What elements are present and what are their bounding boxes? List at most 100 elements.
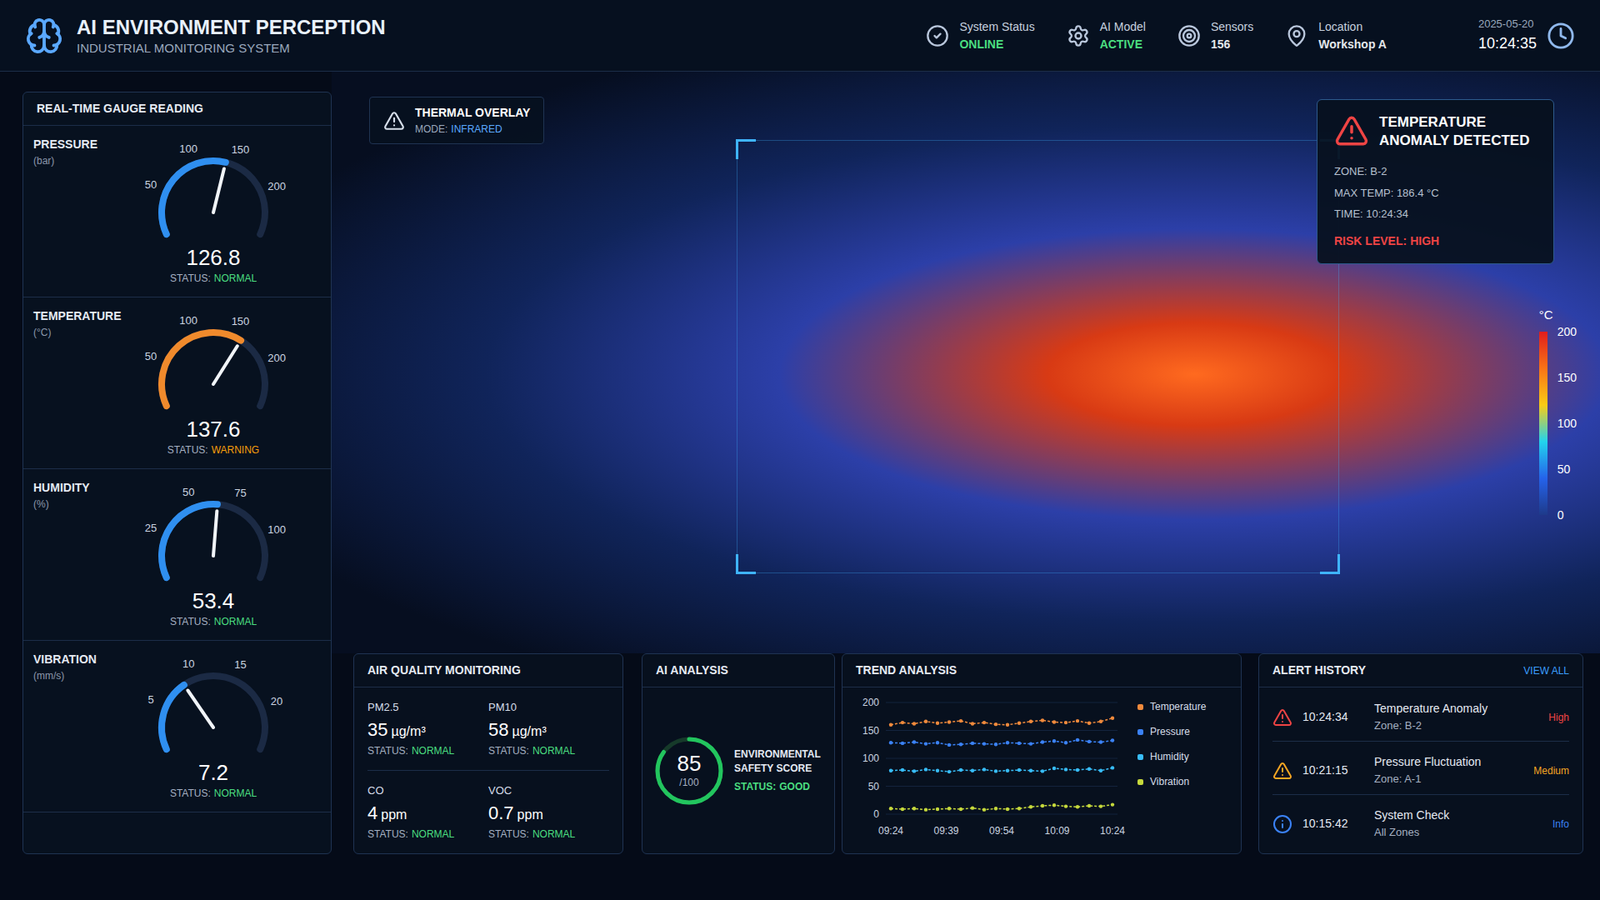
gauge-unit: (%) <box>33 496 114 512</box>
y-tick: 150 <box>862 725 880 737</box>
trend-point <box>935 721 940 725</box>
gauge-label: PRESSURE <box>33 135 114 154</box>
trend-point <box>1075 805 1080 809</box>
scale-unit: °C <box>1539 305 1577 325</box>
trend-point <box>947 743 951 747</box>
status-value: ACTIVE <box>1100 35 1146 54</box>
gauge-tick: 50 <box>182 485 195 499</box>
gauge-tick: 150 <box>231 315 250 328</box>
trend-point <box>1110 802 1115 806</box>
trend-point <box>1017 806 1021 810</box>
trend-point <box>970 769 975 773</box>
thermal-overlay-label: THERMAL OVERLAYMODE:INFRARED <box>369 96 545 145</box>
trend-point <box>1017 721 1021 725</box>
aq-value: 58µg/m³ <box>488 715 610 744</box>
y-tick: 50 <box>868 780 880 793</box>
gauge-needle <box>187 690 214 728</box>
panel-header: AI ANALYSIS <box>642 654 835 688</box>
gauge-tick: 50 <box>145 178 157 191</box>
trend-point <box>1052 720 1056 724</box>
status-label: System Status <box>959 18 1035 36</box>
score-max: /100 <box>679 775 699 790</box>
air-quality-item: PM1058µg/m³STATUS:NORMAL <box>488 687 610 771</box>
trend-point <box>935 807 940 811</box>
trend-point <box>1110 738 1115 742</box>
gauge-tick: 20 <box>270 695 283 708</box>
gauge-status: STATUS:NORMAL <box>170 270 257 286</box>
trend-point <box>1005 769 1010 773</box>
gauge-track <box>161 332 265 406</box>
trend-point <box>1052 803 1056 807</box>
alert-title: TEMPERATURE ANOMALY DETECTED <box>1379 113 1537 150</box>
trend-point <box>1017 768 1021 772</box>
gauge: HUMIDITY(%)25507510053.4STATUS:NORMAL <box>23 469 331 641</box>
trend-point <box>959 742 963 746</box>
trend-point <box>1040 769 1045 773</box>
color-scale: °C200150100500 <box>1539 305 1577 522</box>
trend-point <box>900 807 905 811</box>
trend-point <box>935 740 940 745</box>
gauge-value: 126.8 <box>185 244 240 271</box>
body: REAL-TIME GAUGE READINGPRESSURE(bar)5010… <box>0 71 1600 900</box>
alert-severity: Medium <box>1533 763 1570 779</box>
alert-row[interactable]: 10:21:15Pressure FluctuationZone: A-1Med… <box>1272 746 1570 795</box>
score-label: ENVIRONMENTAL SAFETY SCORE <box>734 747 825 776</box>
trend-point <box>912 740 916 744</box>
gear-icon <box>1066 24 1090 48</box>
trend-point <box>1064 767 1068 771</box>
status-item: AI ModelACTIVE <box>1066 18 1146 54</box>
gauge-tick: 100 <box>267 523 286 536</box>
x-tick: 09:24 <box>878 825 904 837</box>
alert-row[interactable]: 10:15:42System CheckAll ZonesInfo <box>1272 800 1570 848</box>
check-icon <box>925 24 950 48</box>
panel-header: ALERT HISTORYVIEW ALL <box>1259 654 1583 688</box>
warning-icon <box>1272 760 1293 781</box>
left-column: REAL-TIME GAUGE READINGPRESSURE(bar)5010… <box>0 71 332 900</box>
trend-point <box>1087 740 1091 744</box>
gauge-fill <box>161 504 218 578</box>
trend-point <box>1110 716 1115 720</box>
trend-panel: TREND ANALYSIS20015010050009:2409:3909:5… <box>841 653 1242 855</box>
trend-legend: TemperaturePressureHumidityVibration <box>1137 699 1206 790</box>
gauge-status: STATUS:NORMAL <box>170 614 257 630</box>
scale-tick: 100 <box>1557 416 1577 430</box>
trend-point <box>900 768 905 772</box>
trend-series <box>889 802 1115 811</box>
alert-zone: Zone: B-2 <box>1374 717 1539 735</box>
warning-icon <box>383 110 405 132</box>
trend-series <box>889 716 1115 727</box>
trend-point <box>1064 740 1068 745</box>
trend-point <box>1075 719 1080 723</box>
gauge-track <box>161 504 265 578</box>
trend-point <box>924 807 928 811</box>
gauge-tick: 10 <box>182 657 195 670</box>
view-all-link[interactable]: VIEW ALL <box>1523 663 1570 679</box>
time: 10:24:35 <box>1478 32 1537 55</box>
trend-series <box>889 738 1115 747</box>
panel-title: AIR QUALITY MONITORING <box>367 661 521 680</box>
gauge-dial: 50100150200137.6STATUS:WARNING <box>113 307 314 469</box>
alert-severity: Info <box>1552 816 1570 832</box>
trend-point <box>1087 721 1091 725</box>
trend-point <box>1005 740 1010 745</box>
panel-header: TREND ANALYSIS <box>842 654 1241 688</box>
trend-point <box>1099 804 1103 808</box>
alert-row[interactable]: 10:24:34Temperature AnomalyZone: B-2High <box>1272 693 1570 742</box>
aq-status: STATUS:NORMAL <box>488 826 610 842</box>
trend-point <box>1005 723 1010 727</box>
trend-point <box>947 806 951 810</box>
warning-icon <box>1272 707 1293 728</box>
legend-item: Temperature <box>1137 699 1206 715</box>
trend-point <box>994 806 998 810</box>
gauge-tick: 50 <box>145 350 157 363</box>
trend-point <box>982 741 986 745</box>
alert-time: 10:21:15 <box>1302 761 1365 780</box>
gauge-dial: 25507510053.4STATUS:NORMAL <box>113 479 314 640</box>
alert-time: 10:24:34 <box>1302 708 1365 726</box>
gauge-tick: 100 <box>179 314 198 327</box>
gauge-dial: 51015207.2STATUS:NORMAL <box>113 650 314 812</box>
panel-header: REAL-TIME GAUGE READING <box>23 92 331 126</box>
trend-point <box>1017 741 1021 745</box>
trend-point <box>912 769 916 773</box>
gauge-label-block: VIBRATION(mm/s) <box>33 650 114 812</box>
